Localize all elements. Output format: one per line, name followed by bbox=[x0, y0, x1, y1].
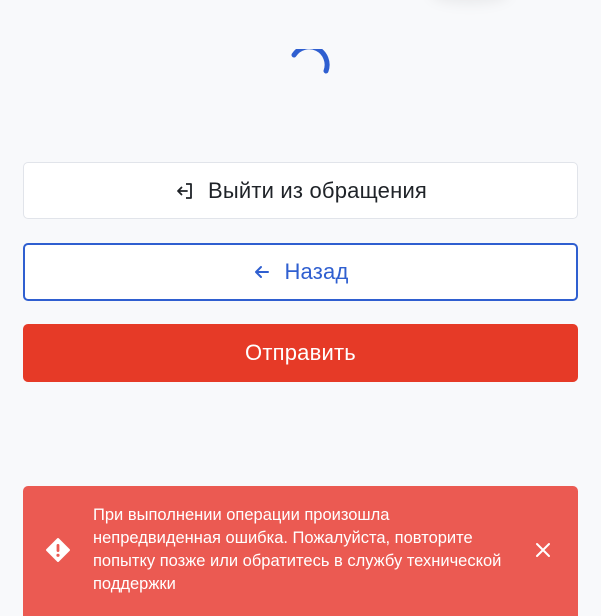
error-toast: При выполнении операции произошла непред… bbox=[23, 486, 578, 616]
warning-diamond-icon bbox=[46, 538, 70, 562]
send-label: Отправить bbox=[245, 340, 356, 365]
exit-appeal-label: Выйти из обращения bbox=[207, 177, 428, 203]
arrow-left-icon bbox=[252, 262, 272, 282]
back-label: Назад bbox=[284, 259, 349, 284]
logout-icon bbox=[174, 180, 196, 202]
exit-appeal-button[interactable]: Выйти из обращения bbox=[23, 162, 578, 219]
loading-spinner-icon bbox=[291, 49, 330, 74]
back-button[interactable]: Назад bbox=[23, 243, 578, 301]
top-element-shadow bbox=[430, 0, 510, 4]
close-icon[interactable] bbox=[531, 538, 555, 562]
send-button[interactable]: Отправить bbox=[23, 324, 578, 382]
error-message: При выполнении операции произошла непред… bbox=[93, 506, 502, 593]
